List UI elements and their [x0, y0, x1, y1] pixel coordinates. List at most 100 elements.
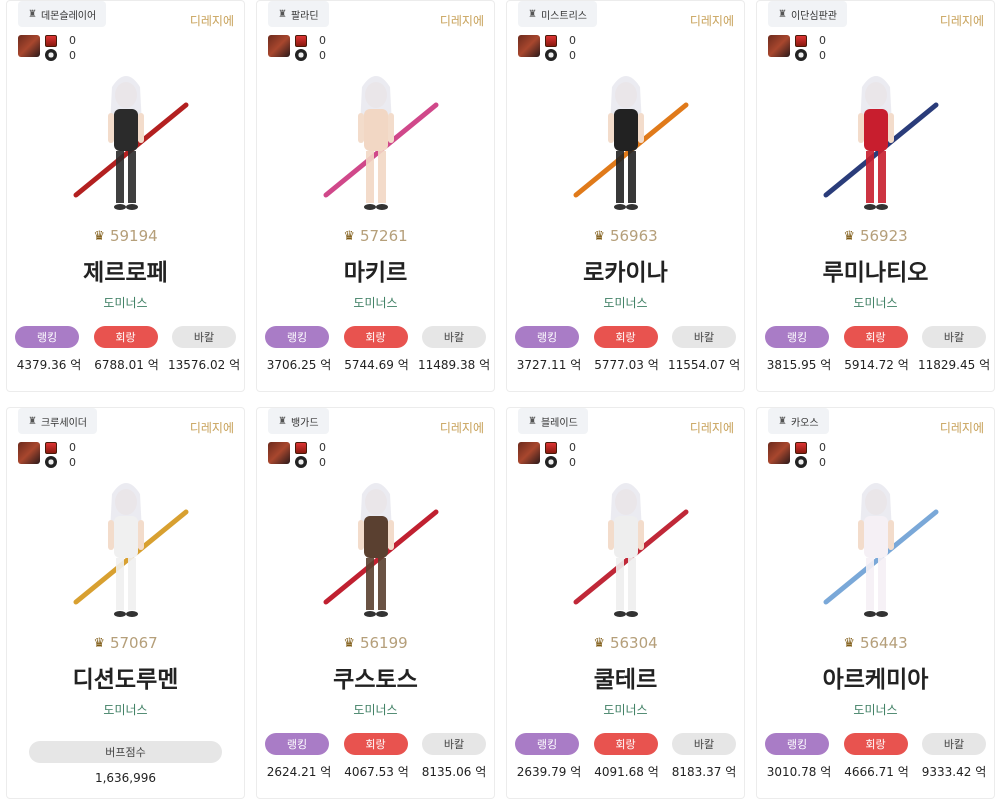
server-label: 디레지에 — [689, 421, 734, 435]
ranking-value: 4379.36 억 — [16, 358, 82, 372]
job-badge: ♜ 이단심판관 — [768, 1, 847, 27]
ranking-label: 랭킹 — [15, 326, 79, 348]
character-name[interactable]: 쿨테르 — [507, 660, 744, 694]
bakal-value: 11554.07 억 — [668, 358, 741, 372]
guild-name[interactable]: 도미너스 — [7, 294, 244, 311]
character-card[interactable]: ♜ 데몬슬레이어 디레지에 0 0 ♛ 59194 제르로페 도미너스 랭킹 회랑 바칼 4379.36… — [6, 0, 245, 392]
bakal-value: 13576.02 억 — [168, 358, 241, 372]
corridor-value: 4091.68 억 — [594, 765, 659, 779]
potion-icon — [545, 35, 557, 47]
fame-row: ♛ 57067 — [7, 634, 244, 652]
job-label: 블레이드 — [540, 417, 578, 429]
job-badge: ♜ 크루세이더 — [18, 408, 97, 434]
buff-score-label: 버프점수 — [29, 741, 222, 763]
creature-count: 0 — [819, 49, 826, 62]
bakal-label: 바칼 — [922, 733, 986, 755]
bakal-value: 11829.45 억 — [918, 358, 991, 372]
job-icon: ♜ — [528, 415, 537, 427]
corridor-label: 회랑 — [343, 326, 408, 348]
character-portrait — [796, 65, 956, 223]
creature-count: 0 — [569, 456, 576, 469]
job-label: 데몬슬레이어 — [40, 10, 97, 22]
ranking-label: 랭킹 — [765, 326, 829, 348]
character-portrait — [296, 65, 456, 223]
character-portrait — [546, 472, 706, 630]
bakal-label: 바칼 — [922, 326, 986, 348]
character-card[interactable]: ♜ 뱅가드 디레지에 0 0 ♛ 56199 쿠스토스 도미너스 랭킹 회랑 바칼 2624.21 억4… — [256, 407, 495, 799]
creature-count: 0 — [319, 49, 326, 62]
creature-count: 0 — [569, 49, 576, 62]
potion-icon — [795, 35, 807, 47]
job-badge: ♜ 뱅가드 — [268, 408, 329, 434]
server-label: 디레지에 — [689, 14, 734, 28]
character-name[interactable]: 로카이나 — [507, 253, 744, 287]
character-name[interactable]: 제르로페 — [7, 253, 244, 287]
potion-count: 0 — [69, 34, 76, 47]
server-label: 디레지에 — [189, 14, 234, 28]
adventure-avatar — [18, 442, 40, 464]
creature-icon — [545, 456, 557, 468]
ranking-label: 랭킹 — [265, 326, 329, 348]
job-badge: ♜ 데몬슬레이어 — [18, 1, 107, 27]
job-icon: ♜ — [278, 415, 287, 427]
fame-row: ♛ 56923 — [757, 227, 994, 245]
potion-icon — [795, 442, 807, 454]
guild-name[interactable]: 도미너스 — [7, 701, 244, 718]
character-name[interactable]: 마키르 — [257, 253, 494, 287]
creature-icon — [45, 49, 57, 61]
ranking-label: 랭킹 — [265, 733, 329, 755]
character-card[interactable]: ♜ 이단심판관 디레지에 0 0 ♛ 56923 루미나티오 도미너스 랭킹 회랑 바칼 3815.95… — [756, 0, 995, 392]
job-badge: ♜ 팔라딘 — [268, 1, 329, 27]
ranking-label: 랭킹 — [765, 733, 829, 755]
fame-icon: ♛ — [93, 635, 105, 651]
job-label: 뱅가드 — [290, 417, 319, 429]
fame-row: ♛ 56199 — [257, 634, 494, 652]
character-card[interactable]: ♜ 팔라딘 디레지에 0 0 ♛ 57261 마키르 도미너스 랭킹 회랑 바칼 3706.25 억 57… — [256, 0, 495, 392]
guild-name[interactable]: 도미너스 — [257, 294, 494, 311]
job-label: 카오스 — [790, 417, 819, 429]
bakal-label: 바칼 — [672, 326, 736, 348]
job-icon: ♜ — [528, 8, 537, 20]
creature-count: 0 — [69, 456, 76, 469]
character-card[interactable]: ♜ 블레이드 디레지에 0 0 ♛ 56304 쿨테르 도미너스 랭킹 회랑 바칼 2639.79 억4… — [506, 407, 745, 799]
corridor-label: 회랑 — [843, 326, 908, 348]
guild-name[interactable]: 도미너스 — [507, 294, 744, 311]
job-label: 크루세이더 — [40, 417, 87, 429]
server-label: 디레지에 — [939, 421, 984, 435]
ranking-value: 3010.78 억 — [766, 765, 832, 779]
character-card[interactable]: ♜ 카오스 디레지에 0 0 ♛ 56443 아르케미아 도미너스 랭킹 회랑 바칼 3010.78 억… — [756, 407, 995, 799]
buff-score-value: 1,636,996 — [94, 771, 157, 785]
ranking-value: 2624.21 억 — [266, 765, 332, 779]
character-name[interactable]: 디션도루멘 — [7, 660, 244, 694]
guild-name[interactable]: 도미너스 — [757, 701, 994, 718]
creature-icon — [45, 456, 57, 468]
character-name[interactable]: 아르케미아 — [757, 660, 994, 694]
server-label: 디레지에 — [439, 14, 484, 28]
server-label: 디레지에 — [439, 421, 484, 435]
corridor-label: 회랑 — [593, 733, 658, 755]
potion-count: 0 — [319, 34, 326, 47]
creature-icon — [545, 49, 557, 61]
character-card[interactable]: ♜ 미스트리스 디레지에 0 0 ♛ 56963 로카이나 도미너스 랭킹 회랑 바칼 3727.11 … — [506, 0, 745, 392]
potion-count: 0 — [819, 441, 826, 454]
adventure-avatar — [518, 442, 540, 464]
potion-count: 0 — [69, 441, 76, 454]
guild-name[interactable]: 도미너스 — [757, 294, 994, 311]
creature-count: 0 — [319, 456, 326, 469]
ranking-value: 3815.95 억 — [766, 358, 832, 372]
potion-icon — [45, 35, 57, 47]
fame-icon: ♛ — [593, 228, 605, 244]
character-name[interactable]: 루미나티오 — [757, 253, 994, 287]
character-card[interactable]: ♜ 크루세이더 디레지에 0 0 ♛ 57067 디션도루멘 도미너스 버프점수 1,636,996 — [6, 407, 245, 799]
corridor-label: 회랑 — [593, 326, 658, 348]
corridor-label: 회랑 — [343, 733, 408, 755]
character-portrait — [46, 65, 206, 223]
guild-name[interactable]: 도미너스 — [507, 701, 744, 718]
character-portrait — [796, 472, 956, 630]
adventure-avatar — [768, 35, 790, 57]
character-name[interactable]: 쿠스토스 — [257, 660, 494, 694]
fame-icon: ♛ — [343, 228, 355, 244]
guild-name[interactable]: 도미너스 — [257, 701, 494, 718]
job-icon: ♜ — [778, 8, 787, 20]
fame-row: ♛ 56963 — [507, 227, 744, 245]
